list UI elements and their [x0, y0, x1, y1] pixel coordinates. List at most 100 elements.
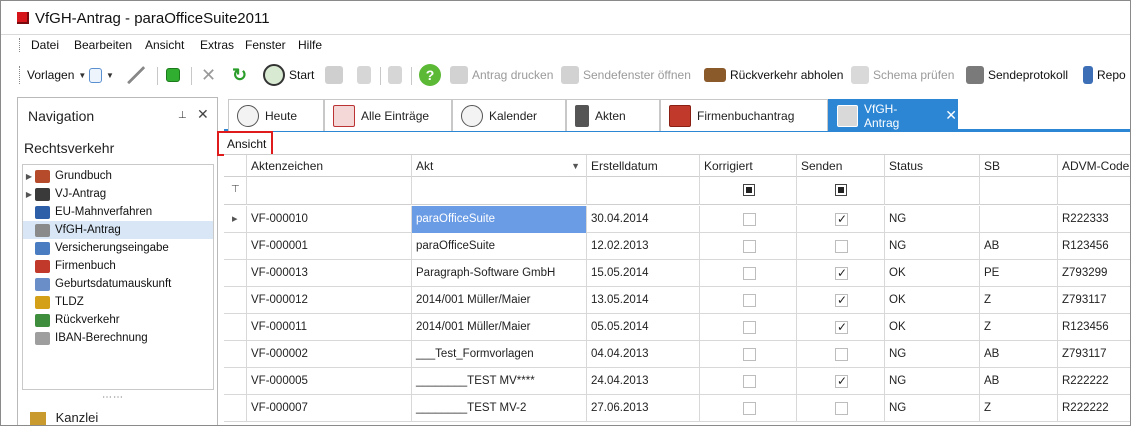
column-header-advm-code[interactable]: ADVM-Code: [1057, 155, 1130, 177]
cell-akt[interactable]: ________TEST MV****: [411, 368, 586, 395]
cell-status[interactable]: NG: [884, 233, 979, 260]
cell-status[interactable]: OK: [884, 314, 979, 341]
column-header-status[interactable]: Status: [884, 155, 979, 177]
green-square-button[interactable]: [166, 63, 180, 87]
cell-datum[interactable]: 15.05.2014: [586, 260, 699, 287]
table-row[interactable]: VF-000013 Paragraph-Software GmbH 15.05.20…: [224, 260, 1130, 287]
cell-datum[interactable]: 05.05.2014: [586, 314, 699, 341]
filter-cell[interactable]: [411, 177, 586, 205]
tree-item-rueckverkehr[interactable]: Rückverkehr: [23, 311, 213, 329]
cell-senden[interactable]: [796, 314, 884, 341]
row-indicator[interactable]: [224, 395, 246, 421]
cell-status[interactable]: NG: [884, 395, 979, 422]
table-row[interactable]: VF-000005________TEST MV****24.04.2013 NG…: [224, 368, 1130, 395]
cell-senden[interactable]: [796, 260, 884, 287]
tree-item-vfgh-antrag[interactable]: VfGH-Antrag: [23, 221, 213, 239]
filter-checkbox[interactable]: [743, 184, 755, 196]
tab-vfgh-antrag[interactable]: VfGH-Antrag ✕: [828, 99, 958, 131]
senden-checkbox[interactable]: [835, 318, 848, 336]
cell-aktenzeichen[interactable]: VF-000013: [246, 260, 411, 287]
tab-alle-eintraege[interactable]: Alle Einträge: [324, 99, 452, 131]
close-icon[interactable]: ✕: [197, 106, 209, 123]
cell-sb[interactable]: AB: [979, 233, 1057, 260]
cell-sb[interactable]: Z: [979, 287, 1057, 314]
list-button[interactable]: [357, 63, 371, 87]
tree-item-eu-mahnverfahren[interactable]: EU-Mahnverfahren: [23, 203, 213, 221]
vorlagen-dropdown[interactable]: Vorlagen ▼: [27, 63, 86, 87]
row-indicator[interactable]: ▸: [224, 206, 246, 232]
table-row[interactable]: ▸ VF-000010paraOfficeSuite30.04.2014 NG R22…: [224, 206, 1130, 233]
cell-advm[interactable]: R123456: [1057, 233, 1130, 260]
cell-status[interactable]: OK: [884, 287, 979, 314]
cell-akt[interactable]: Paragraph-Software GmbH: [411, 260, 586, 287]
close-tab-icon[interactable]: ✕: [945, 107, 957, 124]
table-row[interactable]: VF-000002 ___Test_Formvorlagen 04.04.2013 N…: [224, 341, 1130, 368]
tree-item-grundbuch[interactable]: ▶ Grundbuch: [23, 167, 213, 185]
korrigiert-checkbox[interactable]: [743, 294, 756, 307]
cell-sb[interactable]: AB: [979, 341, 1057, 368]
schema-pruefen-button[interactable]: Schema prüfen: [851, 63, 954, 87]
filter-cell-senden[interactable]: [796, 177, 884, 205]
cell-aktenzeichen[interactable]: VF-000007: [246, 395, 411, 422]
help-button[interactable]: ?: [419, 63, 441, 87]
korrigiert-checkbox[interactable]: [743, 375, 756, 388]
column-header-senden[interactable]: Senden: [796, 155, 884, 177]
expand-arrow-icon[interactable]: ▶: [23, 190, 35, 199]
cell-senden[interactable]: [796, 206, 884, 233]
cell-sb[interactable]: AB: [979, 368, 1057, 395]
senden-checkbox[interactable]: [835, 210, 848, 228]
print-settings-button[interactable]: [388, 63, 402, 87]
tree-item-versicherungseingabe[interactable]: Versicherungseingabe: [23, 239, 213, 257]
pin-icon[interactable]: ⊥: [178, 110, 187, 121]
cell-datum[interactable]: 13.05.2014: [586, 287, 699, 314]
sendeprotokoll-button[interactable]: Sendeprotokoll: [966, 63, 1068, 87]
cell-advm[interactable]: R123456: [1057, 314, 1130, 341]
tree-item-iban-berechnung[interactable]: IBAN-Berechnung: [23, 329, 213, 347]
row-indicator[interactable]: [224, 260, 246, 286]
column-header-korrigiert[interactable]: Korrigiert: [699, 155, 796, 177]
cell-aktenzeichen[interactable]: VF-000012: [246, 287, 411, 314]
tree-item-tldz[interactable]: TLDZ: [23, 293, 213, 311]
cell-aktenzeichen[interactable]: VF-000005: [246, 368, 411, 395]
cell-datum[interactable]: 04.04.2013: [586, 341, 699, 368]
tab-akten[interactable]: Akten: [566, 99, 660, 131]
refresh-button[interactable]: ↻: [232, 63, 247, 87]
cell-sb[interactable]: PE: [979, 260, 1057, 287]
menu-fenster[interactable]: Fenster: [245, 38, 286, 52]
filter-cell[interactable]: [246, 177, 411, 205]
cell-akt[interactable]: ________TEST MV-2: [411, 395, 586, 422]
cell-korrigiert[interactable]: [699, 395, 796, 422]
tab-kalender[interactable]: Kalender: [452, 99, 566, 131]
cell-akt[interactable]: paraOfficeSuite: [411, 233, 586, 260]
cell-aktenzeichen[interactable]: VF-000001: [246, 233, 411, 260]
cell-status[interactable]: OK: [884, 260, 979, 287]
tab-heute[interactable]: Heute: [228, 99, 324, 131]
toolbar-grip[interactable]: [19, 66, 21, 84]
senden-checkbox[interactable]: [835, 402, 848, 415]
sendefenster-button[interactable]: Sendefenster öffnen: [561, 63, 691, 87]
cell-senden[interactable]: [796, 287, 884, 314]
senden-checkbox[interactable]: [835, 240, 848, 253]
filter-cell[interactable]: [1057, 177, 1130, 205]
cell-akt[interactable]: ___Test_Formvorlagen: [411, 341, 586, 368]
splitter-grip[interactable]: ⋯⋯: [102, 392, 124, 403]
filter-checkbox[interactable]: [835, 184, 847, 196]
cell-advm[interactable]: Z793117: [1057, 287, 1130, 314]
korrigiert-checkbox[interactable]: [743, 402, 756, 415]
cell-korrigiert[interactable]: [699, 368, 796, 395]
ansicht-button[interactable]: Ansicht: [227, 137, 266, 151]
cell-senden[interactable]: [796, 233, 884, 260]
row-indicator[interactable]: [224, 314, 246, 340]
cell-advm[interactable]: R222222: [1057, 368, 1130, 395]
column-header-sb[interactable]: SB: [979, 155, 1057, 177]
cell-korrigiert[interactable]: [699, 341, 796, 368]
cell-korrigiert[interactable]: [699, 260, 796, 287]
row-indicator[interactable]: [224, 368, 246, 394]
filter-cell-korrigiert[interactable]: [699, 177, 796, 205]
cell-akt[interactable]: paraOfficeSuite: [411, 206, 586, 233]
cell-status[interactable]: NG: [884, 341, 979, 368]
table-row[interactable]: VF-000011 2014/001 Müller/Maier 05.05.2014…: [224, 314, 1130, 341]
new-document-button[interactable]: ▼: [89, 63, 114, 87]
filter-cell[interactable]: [884, 177, 979, 205]
korrigiert-checkbox[interactable]: [743, 321, 756, 334]
